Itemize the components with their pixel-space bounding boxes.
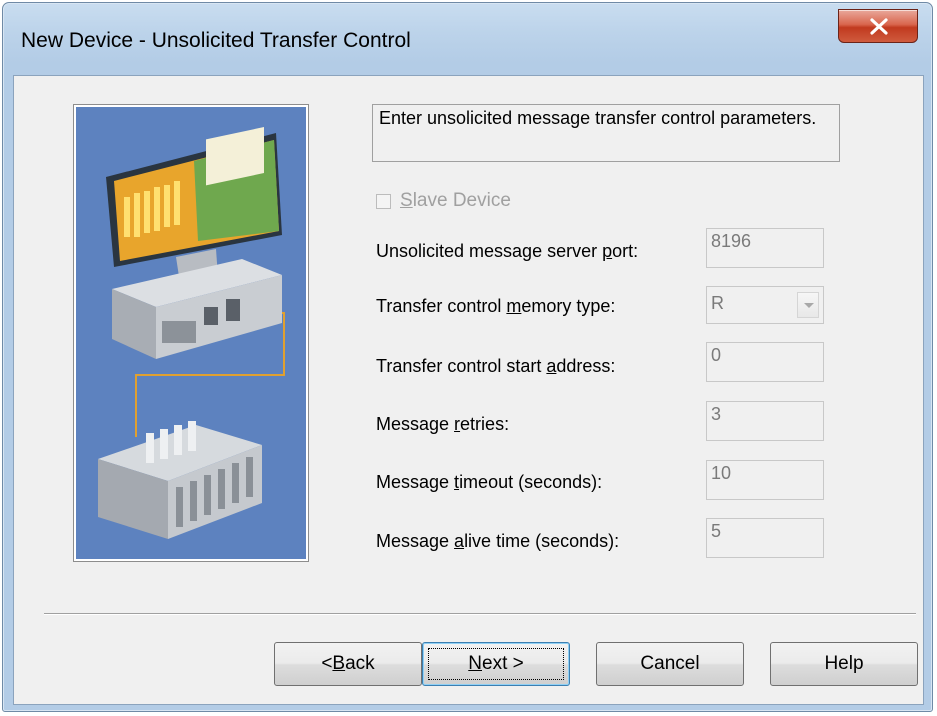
dialog-window: New Device - Unsolicited Transfer Contro… [2,2,933,712]
message-retries-field[interactable]: 3 [706,401,824,441]
back-button-prefix: < [321,653,333,674]
back-button-mnemonic: B [332,653,346,674]
close-button[interactable] [838,9,918,43]
memory-type-value: R [711,293,724,313]
chevron-down-icon[interactable] [797,292,819,318]
computer-plc-illustration-icon [73,104,309,562]
server-port-field[interactable]: 8196 [706,228,824,268]
message-retries-label: Message retries: [376,414,510,434]
button-separator [44,613,916,615]
close-icon [870,18,888,35]
memory-type-label: Transfer control memory type: [376,296,616,316]
next-button[interactable]: Next > [422,642,570,686]
cancel-button[interactable]: Cancel [596,642,744,686]
message-timeout-field[interactable]: 10 [706,460,824,500]
back-button[interactable]: < Back [274,642,422,686]
back-button-label: ack [345,653,375,674]
slave-device-label: Slave Device [400,190,511,211]
server-port-label: Unsolicited message server port: [376,241,639,261]
memory-type-select[interactable]: R [706,286,824,324]
message-timeout-label: Message timeout (seconds): [376,472,603,492]
slave-device-checkbox-row: Slave Device [376,188,511,214]
description-text: Enter unsolicited message transfer contr… [372,104,840,162]
dialog-client-area: Enter unsolicited message transfer contr… [13,75,924,705]
slave-device-checkbox[interactable] [376,193,391,209]
message-alive-time-label: Message alive time (seconds): [376,531,620,551]
start-address-field[interactable]: 0 [706,342,824,382]
window-title: New Device - Unsolicited Transfer Contro… [21,29,411,52]
title-bar[interactable]: New Device - Unsolicited Transfer Contro… [3,3,932,75]
help-button[interactable]: Help [770,642,918,686]
focus-ring [428,648,564,680]
start-address-label: Transfer control start address: [376,356,616,376]
message-alive-time-field[interactable]: 5 [706,518,824,558]
